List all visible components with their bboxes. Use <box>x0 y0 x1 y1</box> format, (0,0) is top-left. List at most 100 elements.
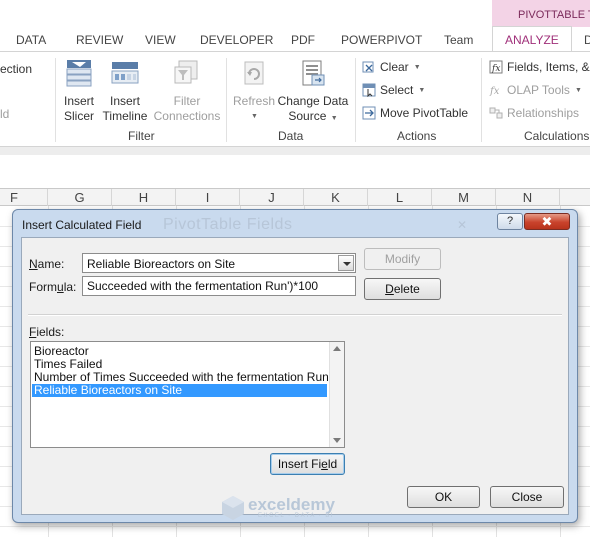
column-header-h[interactable]: H <box>112 189 176 206</box>
tab-team[interactable]: Team <box>444 33 473 47</box>
dialog-close-button[interactable]: ✖ <box>524 213 570 230</box>
refresh-dropdown-caret: ▼ <box>251 113 258 120</box>
partial-group-command[interactable]: ection <box>0 62 32 76</box>
svg-text:fx: fx <box>489 86 500 97</box>
olap-tools-icon: fx <box>489 86 500 97</box>
change-data-source-label-2-text: Source <box>288 109 327 123</box>
change-data-source-caret: ▼ <box>330 115 338 122</box>
move-pivottable-label: Move PivotTable <box>380 106 469 120</box>
tab-data[interactable]: DATA <box>16 33 46 47</box>
calculations-group-label: Calculations <box>524 129 590 143</box>
column-header-k[interactable]: K <box>304 189 368 206</box>
select-label: Select <box>380 83 414 97</box>
column-header-f[interactable]: F <box>0 189 48 206</box>
dialog-title: Insert Calculated Field <box>22 218 142 232</box>
insert-timeline-label-2: Timeline <box>102 109 148 123</box>
dialog-body: Name: Reliable Bioreactors on Site Modif… <box>21 237 569 515</box>
scroll-down-icon[interactable] <box>333 438 341 443</box>
ribbon-panel: ection ld Insert Slicer Insert Timeline <box>0 51 590 147</box>
slicer-icon <box>66 60 92 87</box>
refresh-button[interactable]: Refresh ▼ <box>232 58 276 124</box>
filter-connections-icon <box>174 60 198 84</box>
insert-timeline-label-1: Insert <box>109 94 140 108</box>
ok-button[interactable]: OK <box>407 486 480 508</box>
clear-button[interactable]: Clear ▼ <box>362 60 421 74</box>
insert-slicer-button[interactable]: Insert Slicer <box>60 58 98 124</box>
formula-bar-strip <box>0 147 590 155</box>
column-header-l[interactable]: L <box>368 189 432 206</box>
clear-icon <box>362 61 374 73</box>
filter-connections-button[interactable]: Filter Connections <box>153 58 221 124</box>
actions-group-label: Actions <box>397 129 437 143</box>
fields-listbox[interactable]: Bioreactor Times Failed Number of Times … <box>30 341 345 448</box>
list-item-selected[interactable]: Reliable Bioreactors on Site <box>32 384 327 397</box>
column-header-i[interactable]: I <box>176 189 240 206</box>
formula-input[interactable] <box>82 276 356 296</box>
filter-connections-label-1: Filter <box>173 94 201 108</box>
fields-items-sets-button[interactable]: fx Fields, Items, & <box>489 60 590 74</box>
olap-tools-button[interactable]: fx OLAP Tools ▼ <box>489 83 582 97</box>
tab-design-partial[interactable]: D <box>584 33 590 47</box>
column-header-g[interactable]: G <box>48 189 112 206</box>
clear-caret: ▼ <box>413 63 421 71</box>
group-separator <box>55 58 56 142</box>
close-button[interactable]: Close <box>490 486 564 508</box>
fields-items-sets-label: Fields, Items, & <box>507 60 590 74</box>
insert-timeline-button[interactable]: Insert Timeline <box>100 58 150 124</box>
name-combobox-value: Reliable Bioreactors on Site <box>87 257 236 271</box>
tab-review[interactable]: REVIEW <box>76 33 123 47</box>
change-data-source-icon <box>302 60 325 86</box>
move-pivottable-button[interactable]: Move PivotTable <box>362 106 468 120</box>
select-icon <box>362 83 376 97</box>
name-combobox[interactable]: Reliable Bioreactors on Site <box>82 253 356 273</box>
insert-field-button[interactable]: Insert Field <box>270 453 345 475</box>
insert-slicer-label-1: Insert <box>63 94 94 108</box>
partial-group-command-2[interactable]: ld <box>0 107 9 121</box>
select-button[interactable]: Select ▼ <box>362 83 425 97</box>
ghost-pivot-fields-title: PivotTable Fields <box>163 216 293 233</box>
refresh-icon <box>244 61 264 85</box>
tab-analyze[interactable]: ANALYZE <box>492 26 572 53</box>
delete-button[interactable]: Delete <box>364 278 441 300</box>
group-separator <box>481 58 482 142</box>
refresh-label: Refresh <box>232 94 276 108</box>
chevron-down-icon[interactable] <box>338 255 354 271</box>
relationships-button[interactable]: Relationships <box>489 106 579 120</box>
column-header-n[interactable]: N <box>496 189 560 206</box>
modify-button[interactable]: Modify <box>364 248 441 270</box>
column-header-j[interactable]: J <box>240 189 304 206</box>
formula-label: Formula: <box>29 280 77 294</box>
timeline-icon <box>111 62 139 84</box>
filter-group-label: Filter <box>128 129 155 143</box>
name-label: Name: <box>29 257 65 271</box>
column-header-m[interactable]: M <box>432 189 496 206</box>
data-group-label: Data <box>278 129 304 143</box>
fields-label: Fields: <box>29 325 65 339</box>
olap-tools-label: OLAP Tools <box>507 83 570 97</box>
group-separator <box>226 58 227 142</box>
tab-developer[interactable]: DEVELOPER <box>200 33 273 47</box>
move-pivottable-icon <box>362 106 376 120</box>
fields-items-sets-icon: fx <box>489 60 503 74</box>
select-caret: ▼ <box>418 86 426 94</box>
tab-view[interactable]: VIEW <box>145 33 176 47</box>
pivottable-tools-context-header: PIVOTTABLE TOOLS <box>492 0 590 27</box>
change-data-source-label-2: Source ▼ <box>277 109 349 126</box>
relationships-label: Relationships <box>507 106 580 120</box>
filter-connections-label-2: Connections <box>153 109 221 123</box>
tab-pdf[interactable]: PDF <box>291 33 315 47</box>
group-separator <box>355 58 356 142</box>
help-button[interactable]: ? <box>497 213 523 230</box>
change-data-source-button[interactable]: Change Data Source ▼ <box>277 58 349 126</box>
relationships-icon <box>489 107 503 119</box>
ribbon-tabs: DATA REVIEW VIEW DEVELOPER PDF POWERPIVO… <box>0 26 590 53</box>
gridline <box>0 526 590 527</box>
insert-calculated-field-dialog: Insert Calculated Field PivotTable Field… <box>12 209 578 523</box>
fields-scrollbar[interactable] <box>329 342 344 447</box>
clear-label: Clear <box>380 60 409 74</box>
dialog-divider <box>28 314 562 316</box>
insert-slicer-label-2: Slicer <box>63 109 94 123</box>
scroll-up-icon[interactable] <box>333 346 341 351</box>
column-headers: F G H I J K L M N <box>0 188 590 206</box>
tab-powerpivot[interactable]: POWERPIVOT <box>341 33 422 47</box>
